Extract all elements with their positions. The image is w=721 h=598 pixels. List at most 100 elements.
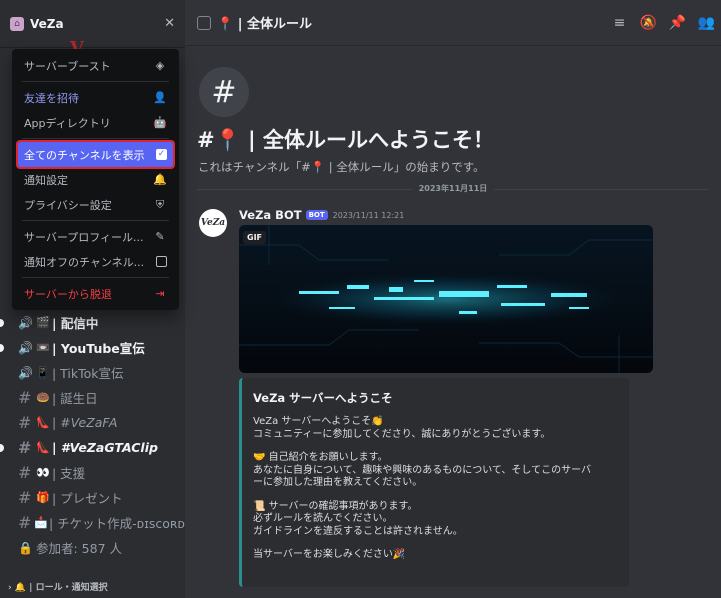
leave-icon: ⇥ bbox=[155, 287, 165, 300]
embed-spacer bbox=[253, 441, 618, 452]
channel-item[interactable]: 🔊 📱 | TikTok宣伝 bbox=[0, 360, 185, 385]
topbar-tools: ≡ 🔕 📌 👥 bbox=[605, 0, 721, 46]
channel-label: | 配信中 bbox=[52, 316, 99, 331]
channel-label: | YouTube宣伝 bbox=[52, 341, 145, 356]
channel-item[interactable]: # 👠 | #VeZaGTAClip bbox=[0, 435, 185, 460]
checkbox-empty-icon bbox=[156, 256, 167, 267]
channel-emoji: 👠 bbox=[36, 416, 50, 429]
menu-item-label: サーバープロフィール... bbox=[24, 230, 144, 244]
channel-emoji: 📼 bbox=[36, 341, 50, 354]
bot-badge: BOT bbox=[305, 210, 328, 220]
channel-item[interactable]: # 👀 | 支援 bbox=[0, 460, 185, 485]
menu-item-boost[interactable]: サーバーブースト ◈ bbox=[18, 53, 173, 78]
menu-item-shield[interactable]: プライバシー設定 ⛨ bbox=[18, 192, 173, 217]
hash-icon: # bbox=[18, 513, 32, 532]
channel-item[interactable]: 🔒 参加者: 587 人 bbox=[0, 535, 185, 560]
server-name: VeZa bbox=[30, 16, 64, 31]
menu-item-bell[interactable]: 通知設定 🔔 bbox=[18, 167, 173, 192]
channel-topbar: 📍 | 全体ルール ≡ 🔕 📌 👥 bbox=[185, 0, 721, 46]
channel-label: 参加者: 587 人 bbox=[36, 541, 123, 556]
channel-label: | 誕生日 bbox=[52, 391, 98, 406]
bell-icon: 🔔 bbox=[153, 173, 167, 186]
embed-line: ガイドラインを違反することは許されません。 bbox=[253, 525, 463, 537]
channel-item[interactable]: # 👠 | #VeZaFA bbox=[0, 410, 185, 435]
embed-line: コミュニティーに参加してくださり、誠にありがとうございます。 bbox=[253, 428, 551, 440]
channel-emoji: 📱 bbox=[36, 366, 50, 379]
category-role-select[interactable]: › 🔔 | ロール・通知選択 bbox=[0, 575, 185, 598]
welcome-embed: VeZa サーバーへようこそ VeZa サーバーへようこそ👏 コミュニティーに参加… bbox=[239, 378, 629, 587]
hash-icon: # bbox=[18, 488, 32, 507]
menu-item-add-user[interactable]: 友達を招待 👤 bbox=[18, 85, 173, 110]
pencil-icon: ✎ bbox=[155, 230, 165, 243]
close-menu-icon[interactable]: ✕ bbox=[164, 16, 175, 31]
channel-list: 🔊 🎬 | 配信中 🔊 📼 | YouTube宣伝 🔊 📱 | TikTok宣伝 # 🍩 | 誕生日 #… bbox=[0, 310, 185, 560]
channel-item[interactable]: 🔊 🎬 | 配信中 bbox=[0, 310, 185, 335]
embed-line: 必ずルールを読んでください。 bbox=[253, 513, 393, 524]
avatar[interactable]: VeZa bbox=[199, 209, 227, 237]
message-timestamp: 2023/11/11 12:21 bbox=[332, 210, 405, 220]
message-header: VeZa BOT BOT 2023/11/11 12:21 bbox=[239, 208, 404, 222]
channel-label: | 支援 bbox=[52, 466, 86, 481]
welcome-title: #📍 | 全体ルールへようこそ！ bbox=[197, 128, 495, 152]
speaker-icon: 🔊 bbox=[18, 340, 33, 355]
menu-item-label: Appディレクトリ bbox=[24, 116, 111, 130]
embed-body: VeZa サーバーへようこそ👏 コミュニティーに参加してくださり、誠にありがとうご… bbox=[253, 416, 618, 562]
channel-emoji: 👠 bbox=[36, 441, 50, 454]
menu-item-bot[interactable]: Appディレクトリ 🤖 bbox=[18, 110, 173, 135]
channel-item[interactable]: # 🍩 | 誕生日 bbox=[0, 385, 185, 410]
menu-item-leave[interactable]: サーバーから脱退 ⇥ bbox=[18, 281, 173, 306]
menu-item-label: サーバーブースト bbox=[24, 59, 111, 73]
hash-icon: # bbox=[18, 413, 32, 432]
menu-item-label: 通知オフのチャンネル... bbox=[24, 255, 145, 269]
embed-line: 🤝 自己紹介をお願いします。 bbox=[253, 452, 388, 463]
menu-item-checkbox-empty[interactable]: 通知オフのチャンネル... bbox=[18, 249, 173, 274]
shield-icon: ⛨ bbox=[155, 197, 165, 211]
unread-indicator bbox=[0, 344, 4, 352]
menu-item-pencil[interactable]: サーバープロフィール... ✎ bbox=[18, 224, 173, 249]
channel-item[interactable]: # 🎁 | プレゼント bbox=[0, 485, 185, 510]
rules-channel-icon bbox=[197, 15, 211, 30]
embed-line: 📜 サーバーの確認事項があります。 bbox=[253, 500, 418, 512]
unread-indicator bbox=[0, 444, 4, 452]
pin-icon[interactable]: 📌 bbox=[663, 15, 692, 31]
channel-item[interactable]: 🔊 📼 | YouTube宣伝 bbox=[0, 335, 185, 360]
menu-item-label: サーバーから脱退 bbox=[24, 287, 112, 301]
lock-icon: 🔒 bbox=[18, 540, 33, 555]
menu-item-label: プライバシー設定 bbox=[24, 198, 112, 212]
channel-item[interactable]: # 📩 | チケット作成-ᴅɪsᴄᴏʀᴅ bbox=[0, 510, 185, 535]
menu-item-label: 全てのチャンネルを表示 bbox=[24, 148, 145, 162]
embed-title: VeZa サーバーへようこそ bbox=[253, 391, 393, 405]
channel-label: | TikTok宣伝 bbox=[52, 366, 124, 381]
threads-icon[interactable]: ≡ bbox=[605, 15, 634, 31]
channel-title: 📍 | 全体ルール bbox=[217, 17, 312, 32]
menu-separator bbox=[22, 277, 169, 278]
message-author[interactable]: VeZa BOT bbox=[239, 208, 302, 222]
menu-separator bbox=[22, 220, 169, 221]
server-header[interactable]: ⌂ VeZa ✕ bbox=[0, 0, 185, 48]
members-icon[interactable]: 👥 bbox=[692, 15, 721, 31]
date-divider: 2023年11月11日 bbox=[197, 183, 709, 194]
menu-item-label: 通知設定 bbox=[24, 173, 68, 187]
menu-separator bbox=[22, 81, 169, 82]
gif-attachment[interactable]: GIF bbox=[239, 225, 653, 373]
embed-line: あなたに自身について、趣味や興味のあるものについて、そしてこのサーバ bbox=[253, 464, 591, 476]
message-area: # #📍 | 全体ルールへようこそ！ これはチャンネル「#📍 | 全体ルール」の… bbox=[185, 47, 721, 598]
discord-window: ⌂ VeZa ✕ V 🔊🎬| 配信中🔊📼| YouTube宣伝🔊📱| TikTo… bbox=[0, 0, 721, 598]
server-dropdown-menu: サーバーブースト ◈ 友達を招待 👤 Appディレクトリ 🤖 全てのチャンネルを表示 ✓ 通知設… bbox=[12, 49, 179, 310]
add-user-icon: 👤 bbox=[153, 91, 167, 104]
gif-badge: GIF bbox=[243, 231, 267, 244]
checkbox-checked-icon: ✓ bbox=[156, 149, 167, 160]
channel-label: | プレゼント bbox=[52, 491, 123, 506]
date-divider-label: 2023年11月11日 bbox=[412, 183, 494, 194]
channel-label: | #VeZaGTAClip bbox=[52, 440, 158, 455]
channel-emoji: 🍩 bbox=[36, 391, 50, 404]
embed-line: VeZa サーバーへようこそ👏 bbox=[253, 416, 384, 427]
boost-icon: ◈ bbox=[155, 59, 165, 72]
speaker-icon: 🔊 bbox=[18, 315, 33, 330]
hash-icon: # bbox=[18, 388, 32, 407]
mute-icon[interactable]: 🔕 bbox=[634, 15, 663, 31]
menu-item-checkbox-checked[interactable]: 全てのチャンネルを表示 ✓ bbox=[16, 140, 175, 169]
channel-hash-icon: # bbox=[199, 67, 249, 117]
channel-emoji: 👀 bbox=[36, 466, 50, 479]
welcome-subtitle: これはチャンネル「#📍 | 全体ルール」の始まりです。 bbox=[198, 160, 485, 174]
